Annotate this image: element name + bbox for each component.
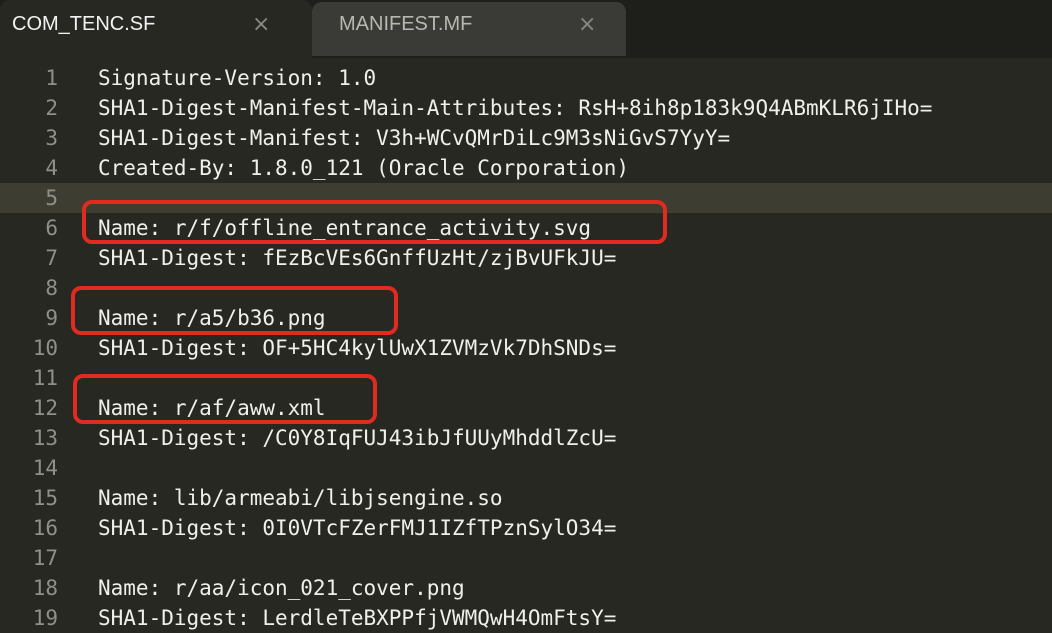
code-text[interactable]: Created-By: 1.8.0_121 (Oracle Corporatio… [98, 153, 629, 183]
code-text[interactable]: SHA1-Digest: LerdleTeBXPPfjVWMQwH4OmFtsY… [98, 603, 616, 633]
line-number: 1 [45, 66, 58, 90]
line-number: 16 [32, 516, 58, 540]
code-text[interactable]: Name: r/aa/icon_021_cover.png [98, 573, 465, 603]
code-line[interactable]: 10 SHA1-Digest: OF+5HC4kylUwX1ZVMzVk7DhSN… [0, 333, 1052, 363]
line-number: 15 [32, 486, 58, 510]
highlight-box-line-9 [71, 286, 398, 335]
code-text[interactable]: SHA1-Digest-Manifest: V3h+WCvQMrDiLc9M3s… [98, 123, 730, 153]
code-text[interactable]: SHA1-Digest: OF+5HC4kylUwX1ZVMzVk7DhSNDs… [98, 333, 616, 363]
code-line[interactable]: 3 SHA1-Digest-Manifest: V3h+WCvQMrDiLc9M3… [0, 123, 1052, 153]
line-number: 10 [32, 336, 58, 360]
line-number: 2 [45, 96, 58, 120]
code-line[interactable]: 16 SHA1-Digest: 0I0VTcFZerFMJ1IZfTPznSylO… [0, 513, 1052, 543]
code-text[interactable]: SHA1-Digest: /C0Y8IqFUJ43ibJfUUyMhddlZcU… [98, 423, 616, 453]
line-number: 11 [32, 366, 58, 390]
code-line[interactable]: 7 SHA1-Digest: fEzBcVEs6GnffUzHt/zjBvUFkJ… [0, 243, 1052, 273]
code-line[interactable]: 14 [0, 453, 1052, 483]
line-number: 6 [45, 216, 58, 240]
tab-bar: COM_TENC.SF × MANIFEST.MF × [0, 0, 1052, 58]
line-number: 5 [45, 186, 58, 210]
line-number: 18 [32, 576, 58, 600]
line-number: 8 [45, 276, 58, 300]
code-text[interactable]: Signature-Version: 1.0 [98, 63, 376, 93]
highlight-box-line-12 [73, 374, 377, 424]
code-text[interactable]: SHA1-Digest: 0I0VTcFZerFMJ1IZfTPznSylO34… [98, 513, 616, 543]
code-line[interactable]: 19 SHA1-Digest: LerdleTeBXPPfjVWMQwH4OmFt… [0, 603, 1052, 633]
close-icon[interactable]: × [252, 12, 270, 37]
code-line[interactable]: 17 [0, 543, 1052, 573]
line-number: 14 [32, 456, 58, 480]
code-editor[interactable]: 1 Signature-Version: 1.0 2 SHA1-Digest-Mani… [0, 58, 1052, 630]
highlight-box-line-6 [82, 200, 667, 244]
close-icon[interactable]: × [578, 12, 596, 37]
line-number: 3 [45, 126, 58, 150]
code-line[interactable]: 15 Name: lib/armeabi/libjsengine.so [0, 483, 1052, 513]
code-text[interactable]: Name: lib/armeabi/libjsengine.so [98, 483, 503, 513]
code-text[interactable]: SHA1-Digest-Manifest-Main-Attributes: Rs… [98, 93, 932, 123]
line-number: 12 [32, 396, 58, 420]
line-number: 9 [45, 306, 58, 330]
code-line[interactable]: 2 SHA1-Digest-Manifest-Main-Attributes: R… [0, 93, 1052, 123]
code-text[interactable]: SHA1-Digest: fEzBcVEs6GnffUzHt/zjBvUFkJU… [98, 243, 616, 273]
line-number: 4 [45, 156, 58, 180]
line-number: 13 [32, 426, 58, 450]
code-line[interactable]: 18 Name: r/aa/icon_021_cover.png [0, 573, 1052, 603]
code-line[interactable]: 13 SHA1-Digest: /C0Y8IqFUJ43ibJfUUyMhddlZ… [0, 423, 1052, 453]
tab-manifest-mf[interactable]: MANIFEST.MF × [312, 2, 626, 56]
line-number: 19 [32, 606, 58, 630]
code-line[interactable]: 4 Created-By: 1.8.0_121 (Oracle Corporati… [0, 153, 1052, 183]
code-line[interactable]: 1 Signature-Version: 1.0 [0, 63, 1052, 93]
line-number: 17 [32, 546, 58, 570]
tab-label: COM_TENC.SF [12, 13, 156, 35]
line-number: 7 [45, 246, 58, 270]
tab-label: MANIFEST.MF [339, 13, 473, 35]
tab-com-tenc-sf[interactable]: COM_TENC.SF × [0, 0, 312, 58]
